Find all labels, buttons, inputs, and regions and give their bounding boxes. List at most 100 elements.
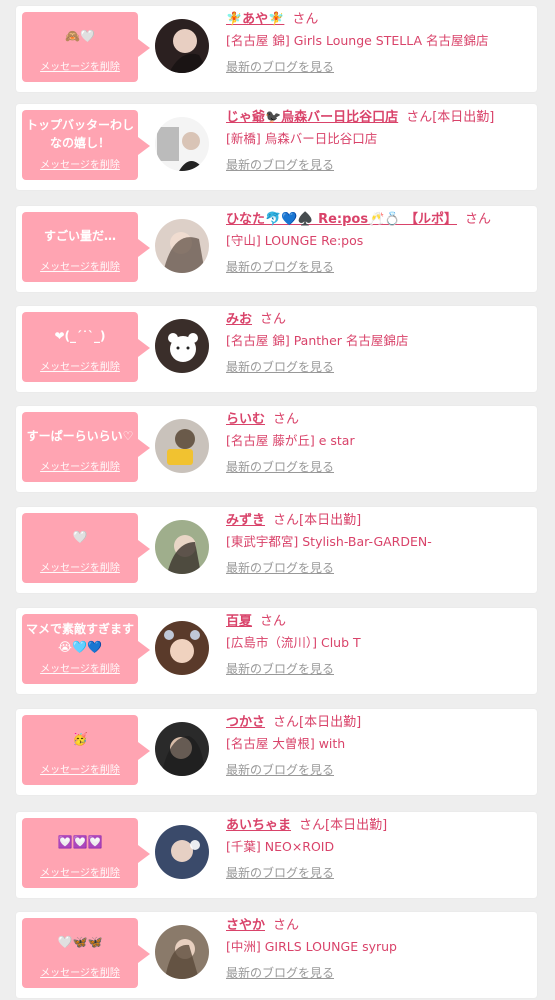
shop-name: [新橋] 烏森バー日比谷口店: [226, 131, 378, 146]
favorites-list: 🙈🤍 メッセージを削除 🧚あや🧚 さん [名古屋 錦] Girls Lounge …: [0, 0, 555, 1000]
avatar-image: [155, 520, 209, 574]
cast-name-link[interactable]: みお: [226, 312, 252, 327]
message-bubble: マメで素敵すぎます😭🩵💙 メッセージを削除: [22, 614, 150, 684]
avatar-image: [155, 117, 209, 171]
avatar-image: [155, 219, 209, 273]
message-bubble: トップバッターわしなの嬉し！ メッセージを削除: [22, 110, 150, 180]
avatar[interactable]: [155, 722, 209, 776]
cast-name-link[interactable]: 🧚あや🧚: [226, 12, 284, 27]
message-bubble: ❤︎(_ˊ˙ˋ_) メッセージを削除: [22, 312, 150, 382]
avatar[interactable]: [155, 117, 209, 171]
latest-blog-link[interactable]: 最新のブログを見る: [226, 559, 334, 576]
message-bubble: 🤍🦋🦋 メッセージを削除: [22, 918, 150, 988]
delete-message-link[interactable]: メッセージを削除: [26, 964, 134, 979]
delete-message-link[interactable]: メッセージを削除: [26, 156, 134, 171]
message-text: 🤍: [72, 530, 88, 544]
latest-blog-link[interactable]: 最新のブログを見る: [226, 761, 334, 778]
message-text: トップバッターわしなの嬉し！: [26, 118, 134, 150]
shift-status: [本日出勤]: [432, 110, 495, 125]
latest-blog-link[interactable]: 最新のブログを見る: [226, 58, 334, 75]
delete-message-link[interactable]: メッセージを削除: [26, 761, 134, 776]
delete-message-link[interactable]: メッセージを削除: [26, 864, 134, 879]
shop-name: [千葉] NEO×ROID: [226, 839, 335, 854]
message-text: ❤︎(_ˊ˙ˋ_): [54, 329, 106, 343]
honorific: さん: [273, 715, 300, 730]
avatar[interactable]: [155, 925, 209, 979]
cast-name-link[interactable]: あいちゃま: [226, 818, 291, 833]
list-item: すごい量だ… メッセージを削除 ひなた🐬💙♠️ Re:pos🥂💍 【ルポ】 さん …: [16, 206, 537, 292]
latest-blog-link[interactable]: 最新のブログを見る: [226, 964, 334, 981]
avatar-image: [155, 925, 209, 979]
message-text: すーぱーらいらい♡: [26, 429, 134, 443]
list-item: 🤍 メッセージを削除 みずき さん[本日出勤] [東武宇都宮] Stylish-B…: [16, 507, 537, 593]
list-item: マメで素敵すぎます😭🩵💙 メッセージを削除 百夏 さん [広島市（流川）] Clu…: [16, 608, 537, 694]
avatar[interactable]: [155, 219, 209, 273]
latest-blog-link[interactable]: 最新のブログを見る: [226, 358, 334, 375]
list-item: トップバッターわしなの嬉し！ メッセージを削除 じゃ爺🐦‍⬛烏森バー日比谷口店さ…: [16, 104, 537, 190]
honorific: さん: [406, 110, 433, 125]
avatar-image: [155, 722, 209, 776]
shop-name: [名古屋 錦] Panther 名古屋錦店: [226, 333, 409, 348]
message-bubble: 💟💟💟 メッセージを削除: [22, 818, 150, 888]
latest-blog-link[interactable]: 最新のブログを見る: [226, 660, 334, 677]
shift-status: [本日出勤]: [299, 715, 362, 730]
message-text: すごい量だ…: [43, 229, 116, 243]
avatar-image: [155, 319, 209, 373]
list-item: 🥳 メッセージを削除 つかさ さん[本日出勤] [名古屋 大曽根] with 最新…: [16, 709, 537, 795]
cast-name-link[interactable]: ひなた🐬💙♠️ Re:pos🥂💍 【ルポ】: [226, 212, 457, 227]
cast-name-link[interactable]: さやか: [226, 918, 265, 933]
avatar-image: [155, 19, 209, 73]
avatar[interactable]: [155, 419, 209, 473]
honorific: さん: [260, 312, 287, 327]
message-bubble: 🥳 メッセージを削除: [22, 715, 150, 785]
message-text: 🙈🤍: [65, 29, 95, 43]
honorific: さん: [273, 918, 300, 933]
honorific: さん: [273, 513, 300, 528]
shift-status: [本日出勤]: [325, 818, 388, 833]
avatar[interactable]: [155, 825, 209, 879]
list-item: 🙈🤍 メッセージを削除 🧚あや🧚 さん [名古屋 錦] Girls Lounge …: [16, 6, 537, 92]
latest-blog-link[interactable]: 最新のブログを見る: [226, 258, 334, 275]
message-text: マメで素敵すぎます😭🩵💙: [26, 622, 134, 654]
shop-name: [名古屋 錦] Girls Lounge STELLA 名古屋錦店: [226, 33, 489, 48]
avatar[interactable]: [155, 19, 209, 73]
message-bubble: 🙈🤍 メッセージを削除: [22, 12, 150, 82]
shop-name: [広島市（流川）] Club T: [226, 635, 361, 650]
honorific: さん: [299, 818, 326, 833]
cast-name-link[interactable]: つかさ: [226, 715, 265, 730]
delete-message-link[interactable]: メッセージを削除: [26, 258, 134, 273]
delete-message-link[interactable]: メッセージを削除: [26, 660, 134, 675]
delete-message-link[interactable]: メッセージを削除: [26, 58, 134, 73]
latest-blog-link[interactable]: 最新のブログを見る: [226, 864, 334, 881]
avatar-image: [155, 419, 209, 473]
cast-name-link[interactable]: 百夏: [226, 614, 252, 629]
message-bubble: すーぱーらいらい♡ メッセージを削除: [22, 412, 150, 482]
message-text: 🥳: [72, 732, 88, 746]
avatar[interactable]: [155, 621, 209, 675]
message-bubble: すごい量だ… メッセージを削除: [22, 212, 150, 282]
avatar[interactable]: [155, 319, 209, 373]
latest-blog-link[interactable]: 最新のブログを見る: [226, 156, 334, 173]
honorific: さん: [260, 614, 287, 629]
shop-name: [中洲] GIRLS LOUNGE syrup: [226, 939, 397, 954]
list-item: ❤︎(_ˊ˙ˋ_) メッセージを削除 みお さん [名古屋 錦] Panther …: [16, 306, 537, 392]
list-item: すーぱーらいらい♡ メッセージを削除 らいむ さん [名古屋 藤が丘] e sta…: [16, 406, 537, 492]
message-bubble: 🤍 メッセージを削除: [22, 513, 150, 583]
shop-name: [守山] LOUNGE Re:pos: [226, 233, 364, 248]
delete-message-link[interactable]: メッセージを削除: [26, 458, 134, 473]
shop-name: [東武宇都宮] Stylish-Bar-GARDEN-: [226, 534, 432, 549]
honorific: さん: [273, 412, 300, 427]
delete-message-link[interactable]: メッセージを削除: [26, 358, 134, 373]
avatar-image: [155, 621, 209, 675]
latest-blog-link[interactable]: 最新のブログを見る: [226, 458, 334, 475]
list-item: 💟💟💟 メッセージを削除 あいちゃま さん[本日出勤] [千葉] NEO×ROID…: [16, 812, 537, 898]
avatar-image: [155, 825, 209, 879]
avatar[interactable]: [155, 520, 209, 574]
shop-name: [名古屋 藤が丘] e star: [226, 433, 355, 448]
message-text: 💟💟💟: [57, 835, 103, 849]
cast-name-link[interactable]: みずき: [226, 513, 265, 528]
delete-message-link[interactable]: メッセージを削除: [26, 559, 134, 574]
cast-name-link[interactable]: らいむ: [226, 412, 265, 427]
shift-status: [本日出勤]: [299, 513, 362, 528]
cast-name-link[interactable]: じゃ爺🐦‍⬛烏森バー日比谷口店: [226, 110, 398, 125]
